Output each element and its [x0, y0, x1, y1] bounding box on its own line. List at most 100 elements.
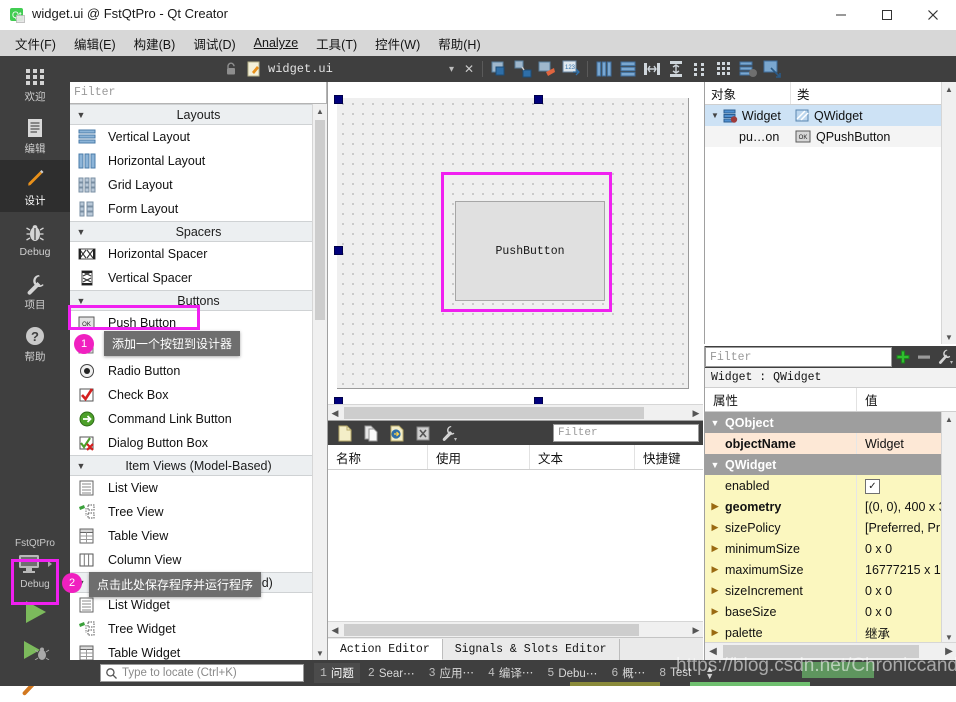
output-tab-test[interactable]: 8 Test	[653, 665, 697, 682]
widget-category-spacers[interactable]: ▼ Spacers	[70, 221, 327, 242]
widget-item-table-view[interactable]: Table View	[70, 524, 327, 548]
lock-icon[interactable]	[220, 62, 242, 76]
scroll-left-icon[interactable]: ◀	[705, 646, 721, 657]
property-group-qwidget[interactable]: ▼ QWidget	[705, 454, 956, 475]
tab-signals-slots-editor[interactable]: Signals & Slots Editor	[442, 639, 620, 660]
scroll-up-icon[interactable]: ▲	[313, 104, 327, 118]
scroll-left-icon[interactable]: ◀	[328, 625, 342, 636]
scroll-right-icon[interactable]: ▶	[689, 625, 703, 636]
column-header-class[interactable]: 类	[791, 84, 956, 103]
widget-item-horizontal-layout[interactable]: Horizontal Layout	[70, 149, 327, 173]
action-editor-hscrollbar[interactable]: ◀ ▶	[328, 621, 703, 638]
output-tab-application[interactable]: 3 应用⋯	[423, 663, 480, 683]
scrollbar-thumb[interactable]	[344, 624, 639, 636]
layout-horizontally-icon[interactable]	[594, 59, 614, 79]
property-row-enabled[interactable]: enabled ✓	[705, 475, 956, 496]
configure-property-button[interactable]	[934, 349, 956, 365]
mode-design[interactable]: 设计	[0, 160, 70, 212]
chevron-right-icon[interactable]: ▶	[705, 501, 725, 512]
menu-analyze[interactable]: Analyze	[245, 32, 307, 54]
open-document-combo[interactable]: widget.ui ▾	[242, 61, 460, 77]
column-header-used[interactable]: 使用	[428, 445, 530, 469]
mode-welcome[interactable]: 欢迎	[0, 56, 70, 108]
resize-handle-tl[interactable]	[334, 95, 343, 104]
adjust-size-icon[interactable]	[762, 59, 782, 79]
property-editor-hscrollbar[interactable]: ◀ ▶	[705, 642, 956, 660]
property-row-objectName[interactable]: objectName Widget	[705, 433, 956, 454]
output-pane-toggle-icon[interactable]: ▲ ▼	[705, 665, 714, 681]
canvas-horizontal-scrollbar[interactable]: ◀ ▶	[328, 404, 703, 421]
edit-tab-order-icon[interactable]: 123	[561, 59, 581, 79]
mode-edit[interactable]: 编辑	[0, 108, 70, 160]
column-header-property[interactable]: 属性	[705, 388, 857, 411]
break-layout-icon[interactable]	[738, 59, 758, 79]
action-editor-filter[interactable]: Filter	[553, 424, 699, 442]
scrollbar-track[interactable]	[342, 407, 689, 419]
widget-item-dialog-button-box[interactable]: Dialog Button Box	[70, 431, 327, 455]
form-push-button[interactable]: PushButton	[455, 201, 605, 301]
widget-item-vertical-layout[interactable]: Vertical Layout	[70, 125, 327, 149]
close-document-button[interactable]: ✕	[460, 62, 478, 76]
add-property-button[interactable]	[892, 349, 914, 365]
widget-item-list-view[interactable]: List View	[70, 476, 327, 500]
scrollbar-thumb[interactable]	[723, 645, 919, 658]
property-row-sizeIncrement[interactable]: ▶ sizeIncrement 0 x 0	[705, 580, 956, 601]
locator-input[interactable]: Type to locate (Ctrl+K)	[100, 664, 304, 682]
form-canvas[interactable]: PushButton	[328, 82, 703, 414]
widget-item-radio-button[interactable]: Radio Button	[70, 359, 327, 383]
scroll-right-icon[interactable]: ▶	[941, 646, 956, 657]
property-group-qobject[interactable]: ▼ QObject	[705, 412, 956, 433]
widget-box-scrollbar[interactable]: ▲ ▼	[312, 104, 327, 660]
column-header-shortcut[interactable]: 快捷键	[635, 445, 703, 469]
menu-help[interactable]: 帮助(H)	[429, 30, 489, 57]
scrollbar-thumb[interactable]	[344, 407, 644, 419]
output-tab-search[interactable]: 2 Sear⋯	[362, 664, 421, 682]
output-tab-compile[interactable]: 4 编译⋯	[482, 663, 539, 683]
menu-tools[interactable]: 工具(T)	[307, 30, 366, 57]
menu-build[interactable]: 构建(B)	[125, 30, 185, 57]
scroll-down-icon[interactable]: ▼	[942, 330, 956, 344]
property-editor-scrollbar[interactable]: ▲ ▼	[941, 412, 956, 644]
chevron-right-icon[interactable]: ▶	[705, 522, 725, 533]
property-row-geometry[interactable]: ▶ geometry [(0, 0), 400 x 3…	[705, 496, 956, 517]
widget-item-grid-layout[interactable]: Grid Layout	[70, 173, 327, 197]
widget-item-column-view[interactable]: Column View	[70, 548, 327, 572]
edit-action-icon[interactable]	[384, 423, 410, 443]
widget-item-command-link-button[interactable]: Command Link Button	[70, 407, 327, 431]
column-header-value[interactable]: 值	[857, 390, 956, 409]
copy-action-icon[interactable]	[358, 423, 384, 443]
property-row-palette[interactable]: ▶ palette 继承	[705, 622, 956, 643]
chevron-right-icon[interactable]: ▶	[705, 564, 725, 575]
new-action-icon[interactable]	[332, 423, 358, 443]
column-header-text[interactable]: 文本	[530, 445, 635, 469]
action-editor-body[interactable]	[328, 470, 703, 640]
widget-category-buttons[interactable]: ▼ Buttons	[70, 290, 327, 311]
chevron-down-icon[interactable]: ▾	[449, 64, 460, 75]
scroll-down-icon[interactable]: ▼	[313, 646, 327, 660]
mode-projects[interactable]: 项目	[0, 264, 70, 316]
widget-box-filter[interactable]: Filter	[70, 82, 327, 104]
menu-edit[interactable]: 编辑(E)	[65, 30, 125, 57]
widget-item-tree-widget[interactable]: Tree Widget	[70, 617, 327, 641]
layout-grid-icon[interactable]	[714, 59, 734, 79]
property-row-maximumSize[interactable]: ▶ maximumSize 16777215 x 1…	[705, 559, 956, 580]
widget-item-horizontal-spacer[interactable]: Horizontal Spacer	[70, 242, 327, 266]
scroll-left-icon[interactable]: ◀	[328, 408, 342, 419]
remove-property-button[interactable]	[914, 349, 934, 365]
resize-handle-ml[interactable]	[334, 246, 343, 255]
chevron-down-icon[interactable]: ▼	[711, 111, 719, 120]
object-row-pushbutton[interactable]: pu…on OK QPushButton	[705, 126, 956, 147]
widget-item-form-layout[interactable]: Form Layout	[70, 197, 327, 221]
menu-widgets[interactable]: 控件(W)	[366, 30, 429, 57]
scroll-right-icon[interactable]: ▶	[689, 408, 703, 419]
maximize-button[interactable]	[864, 0, 910, 30]
widget-category-layouts[interactable]: ▼ Layouts	[70, 104, 327, 125]
edit-signals-slots-icon[interactable]	[513, 59, 533, 79]
chevron-right-icon[interactable]: ▶	[705, 606, 725, 617]
output-tab-debugger[interactable]: 5 Debu⋯	[541, 664, 603, 682]
scrollbar-thumb[interactable]	[315, 120, 325, 320]
scroll-up-icon[interactable]: ▲	[942, 412, 956, 426]
layout-vertically-icon[interactable]	[618, 59, 638, 79]
delete-action-icon[interactable]	[410, 423, 436, 443]
edit-widgets-icon[interactable]	[489, 59, 509, 79]
